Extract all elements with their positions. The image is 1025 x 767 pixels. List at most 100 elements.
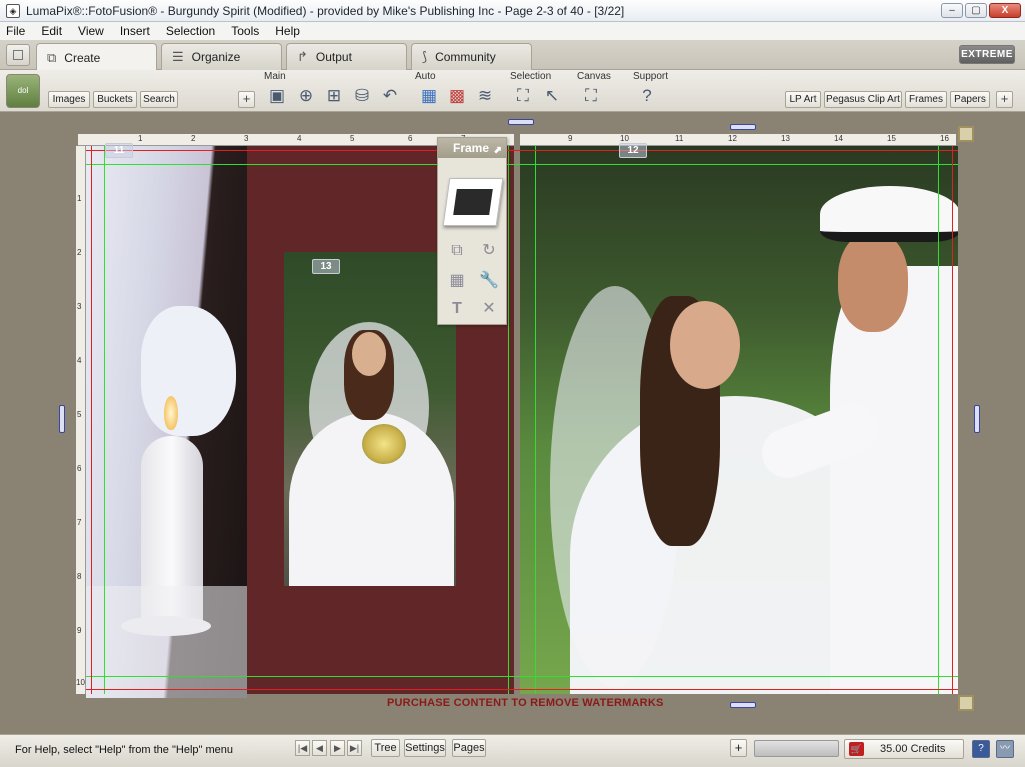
save-icon[interactable]: ⛁	[351, 85, 373, 107]
page-number-badge[interactable]: 12	[619, 143, 647, 158]
photo-bride-frame[interactable]	[284, 252, 456, 586]
resize-handle-top[interactable]	[508, 119, 534, 125]
ruler-label: 14	[834, 134, 843, 143]
settings-button[interactable]: Settings	[404, 739, 446, 757]
ruler-label: 3	[244, 134, 249, 143]
frame-preview-photo	[453, 189, 493, 215]
ruler-vertical[interactable]: 1 2 3 4 5 6 7 8 9 10	[76, 146, 86, 694]
photo-content	[141, 306, 236, 436]
prev-page-button[interactable]: ◀	[312, 740, 327, 756]
resize-handle-bottom[interactable]	[730, 702, 756, 708]
credits-button[interactable]: 🛒 35.00 Credits	[844, 739, 964, 759]
ruler-label: 11	[675, 134, 684, 143]
ruler-label: 9	[568, 134, 573, 143]
pointer-icon[interactable]: ↖	[541, 85, 563, 107]
ruler-label: 1	[77, 194, 82, 203]
frame-panel: Frame ⬈ ⧉ ↻ ▦ 🔧 T ✕	[437, 137, 507, 325]
resize-handle-left[interactable]	[59, 405, 65, 433]
add-page-icon[interactable]: ⊕	[295, 85, 317, 107]
help-icon[interactable]: ?	[636, 85, 658, 107]
app-icon: ◈	[6, 3, 20, 18]
search-button[interactable]: Search	[140, 91, 178, 108]
import-icon[interactable]: ▣	[266, 85, 288, 107]
bleed-guide	[952, 146, 953, 694]
frames-button[interactable]: Frames	[905, 91, 947, 108]
title-bar: ◈ LumaPix®::FotoFusion® - Burgundy Spiri…	[0, 0, 1025, 22]
resize-handle-right[interactable]	[974, 405, 980, 433]
tab-community[interactable]: ⟆ Community	[411, 43, 532, 70]
last-page-button[interactable]: ▶|	[347, 740, 362, 756]
menu-tools[interactable]: Tools	[231, 24, 259, 38]
delete-icon[interactable]: ✕	[476, 296, 502, 322]
logo-button[interactable]: dol	[6, 74, 40, 108]
ruler-label: 6	[77, 464, 82, 473]
page-number-badge[interactable]: 11	[105, 143, 133, 158]
toolbar: dol Images Buckets Search + Main ▣ ⊕ ⊞ ⛁…	[0, 70, 1025, 112]
photo-couple-frame[interactable]	[520, 146, 958, 694]
tree-button[interactable]: Tree	[371, 739, 400, 757]
frame-panel-header[interactable]: Frame ⬈	[438, 138, 506, 158]
frame-preview[interactable]	[442, 178, 504, 226]
tab-create[interactable]: ⧉ Create	[36, 43, 157, 71]
resize-handle-top-right[interactable]	[730, 124, 756, 130]
corner-handle[interactable]	[958, 126, 974, 142]
auto-layout-icon[interactable]: ▦	[418, 85, 440, 107]
status-bar: For Help, select "Help" from the "Help" …	[0, 734, 1025, 767]
photo-candle-frame[interactable]	[86, 146, 247, 698]
activity-icon[interactable]: 〰	[996, 740, 1014, 758]
tab-output[interactable]: ↱ Output	[286, 43, 407, 70]
fit-canvas-icon[interactable]: ⛶	[580, 85, 602, 107]
minimize-button[interactable]: –	[941, 3, 963, 18]
ruler-label: 13	[781, 134, 790, 143]
auto-fill-icon[interactable]: ▩	[446, 85, 468, 107]
ruler-label: 4	[297, 134, 302, 143]
menu-view[interactable]: View	[78, 24, 104, 38]
margin-guide	[938, 146, 939, 694]
close-button[interactable]: X	[989, 3, 1021, 18]
ruler-label: 7	[77, 518, 82, 527]
auto-flow-icon[interactable]: ≋	[474, 85, 496, 107]
next-page-button[interactable]: ▶	[330, 740, 345, 756]
pegasus-clip-art-button[interactable]: Pegasus Clip Art	[824, 91, 902, 108]
margin-guide	[86, 676, 958, 677]
tab-organize[interactable]: ☰ Organize	[161, 43, 282, 70]
menu-help[interactable]: Help	[275, 24, 300, 38]
edition-badge[interactable]: EXTREME	[959, 45, 1015, 64]
group-main-label: Main	[264, 71, 286, 82]
pages-button[interactable]: Pages	[452, 739, 486, 757]
photo-content	[86, 586, 247, 698]
grid-layout-icon[interactable]: ▦	[444, 268, 470, 294]
photo-content	[352, 332, 386, 376]
help-button[interactable]: ?	[972, 740, 990, 758]
menu-edit[interactable]: Edit	[41, 24, 62, 38]
restore-button[interactable]: ▢	[965, 3, 987, 18]
pin-icon[interactable]: ⬈	[494, 141, 502, 161]
layout-toggle-button[interactable]	[6, 44, 30, 66]
menu-bar: File Edit View Insert Selection Tools He…	[0, 22, 1025, 40]
progress-bar	[754, 740, 839, 757]
menu-insert[interactable]: Insert	[120, 24, 150, 38]
images-button[interactable]: Images	[48, 91, 90, 108]
add-source-button[interactable]: +	[238, 91, 255, 108]
wrench-icon[interactable]: 🔧	[476, 268, 502, 294]
corner-handle[interactable]	[958, 695, 974, 711]
first-page-button[interactable]: |◀	[295, 740, 310, 756]
papers-button[interactable]: Papers	[950, 91, 990, 108]
lp-art-button[interactable]: LP Art	[785, 91, 821, 108]
ruler-label: 8	[77, 572, 82, 581]
ruler-horizontal-right[interactable]: 9 10 11 12 13 14 15 16	[520, 134, 956, 146]
menu-selection[interactable]: Selection	[166, 24, 215, 38]
grid-icon	[13, 50, 23, 60]
frame-number-badge[interactable]: 13	[312, 259, 340, 274]
frame-layer-icon[interactable]: ⧉	[444, 238, 470, 264]
add-art-button[interactable]: +	[996, 91, 1013, 108]
buckets-button[interactable]: Buckets	[93, 91, 137, 108]
select-area-icon[interactable]: ⛶	[512, 85, 534, 107]
rotate-icon[interactable]: ↻	[476, 238, 502, 264]
menu-file[interactable]: File	[6, 24, 25, 38]
undo-icon[interactable]: ↶	[379, 85, 401, 107]
add-frame-icon[interactable]: ⊞	[323, 85, 345, 107]
add-page-button[interactable]: +	[730, 739, 747, 757]
text-icon[interactable]: T	[444, 296, 470, 322]
tab-label: Organize	[191, 50, 241, 64]
